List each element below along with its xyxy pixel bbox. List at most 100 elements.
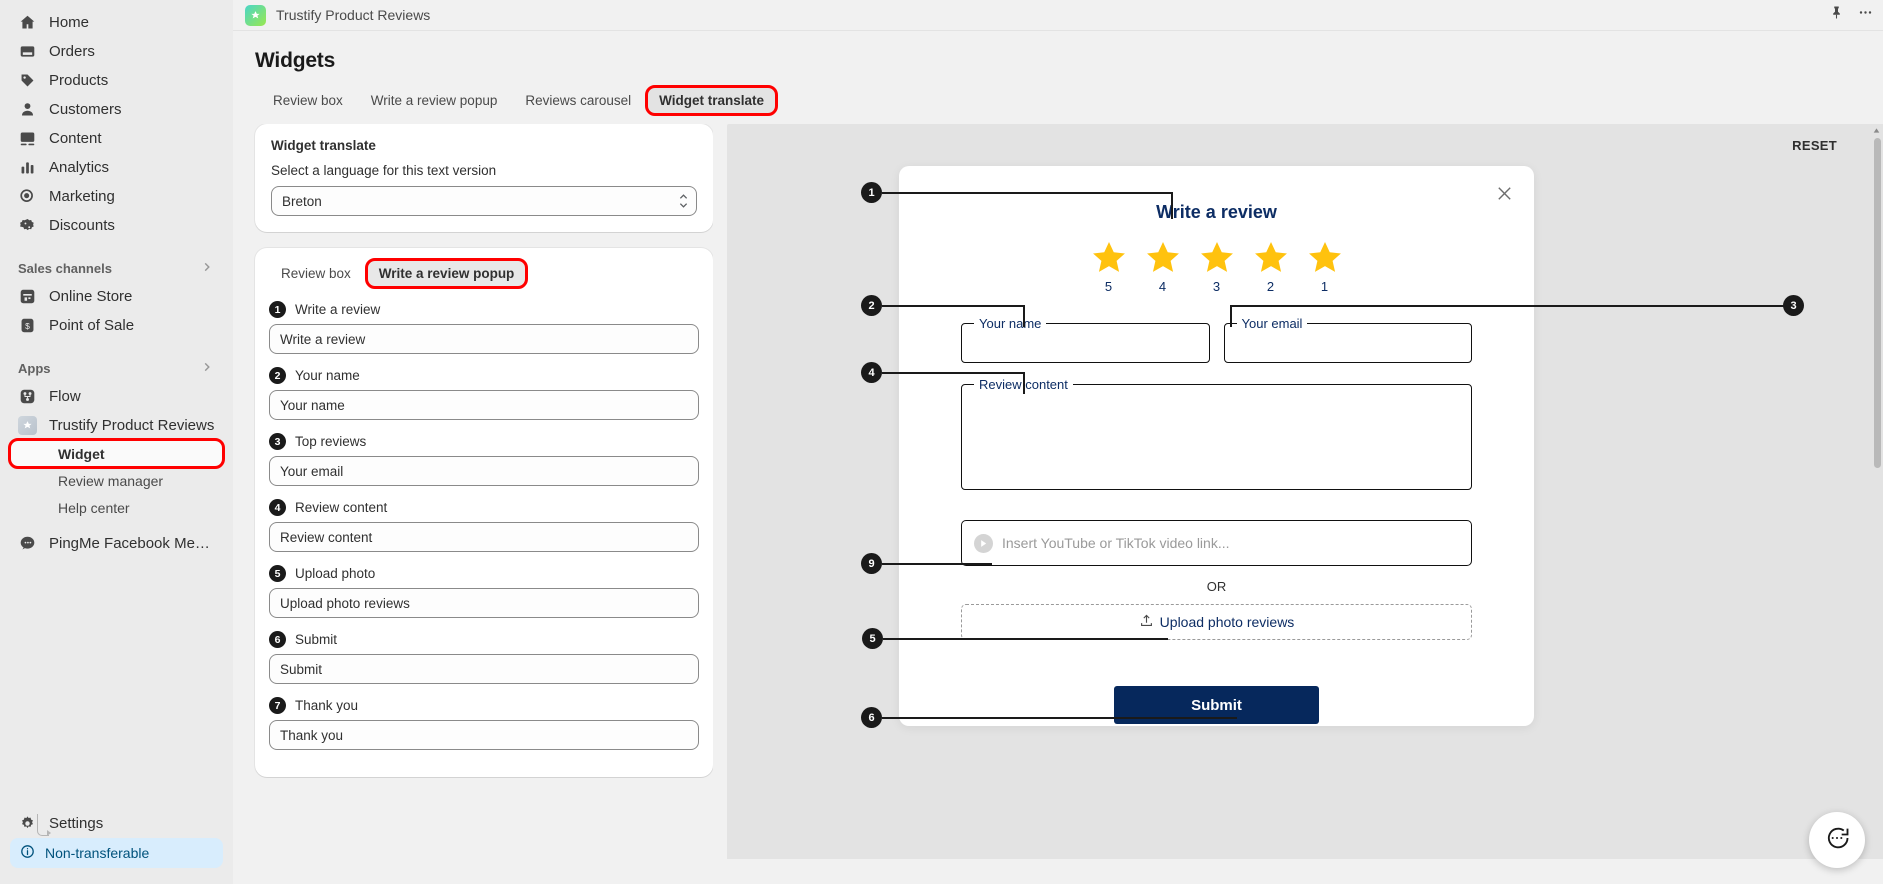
field-value: Write a review — [280, 331, 366, 347]
tab-label: Reviews carousel — [525, 93, 632, 108]
sidebar-item-products[interactable]: Products — [10, 66, 223, 95]
video-link-placeholder: Insert YouTube or TikTok video link... — [1002, 535, 1230, 551]
star-icon — [1146, 242, 1179, 272]
sidebar-item-trustify-product-reviews[interactable]: Trustify Product Reviews — [10, 411, 223, 440]
orders-icon — [18, 42, 37, 61]
sidebar-apps: Flow Trustify Product Reviews Widget Rev… — [8, 382, 225, 836]
star-icon — [1092, 242, 1125, 272]
page-body: Widgets Review box Write a review popup … — [233, 31, 1883, 884]
sidebar-item-help-center[interactable]: Help center — [10, 494, 223, 521]
widget-tabs: Review box Write a review popup Reviews … — [233, 73, 1883, 116]
field-input-thank-you[interactable]: Thank you — [269, 720, 699, 750]
sidebar-item-flow[interactable]: Flow — [10, 382, 223, 411]
rating-stars: 5 4 3 2 1 — [899, 239, 1534, 294]
pin-icon[interactable] — [1829, 5, 1844, 25]
preview-name-legend: Your name — [979, 316, 1042, 331]
sidebar-item-widget[interactable]: Widget — [8, 438, 225, 469]
callout-4: 4 — [861, 362, 882, 383]
sidebar-item-review-manager[interactable]: Review manager — [10, 467, 223, 494]
sidebar-item-label: Products — [49, 72, 109, 89]
field-label: Top reviews — [295, 434, 367, 449]
field-group: 3 Top reviews Your email — [269, 433, 699, 486]
sidebar-item-label: Customers — [49, 101, 122, 118]
sidebar-subitem-label: Review manager — [58, 472, 164, 489]
sidebar-section-sales-channels[interactable]: Sales channels — [10, 254, 223, 282]
callout-line-2 — [882, 305, 1024, 307]
sidebar-item-label: Settings — [49, 815, 104, 832]
sidebar-primary-nav: Home Orders Products Customers Content A… — [10, 8, 223, 240]
svg-text:$: $ — [25, 321, 30, 331]
subtab-write-a-review-popup[interactable]: Write a review popup — [364, 258, 529, 289]
tab-label: Review box — [273, 93, 343, 108]
field-label: Review content — [295, 500, 388, 515]
sidebar-item-home[interactable]: Home — [10, 8, 223, 37]
star-3[interactable]: 3 — [1198, 239, 1236, 294]
field-input-upload-photo[interactable]: Upload photo reviews — [269, 588, 699, 618]
app-root: Home Orders Products Customers Content A… — [0, 0, 1883, 884]
tab-label: Widget translate — [659, 93, 765, 108]
close-icon[interactable] — [1495, 184, 1514, 208]
preview-content-field[interactable]: Review content — [961, 377, 1472, 490]
banner-label: Non-transferable — [45, 845, 150, 861]
callout-line-3b — [1230, 305, 1232, 327]
field-input-review-content[interactable]: Review content — [269, 522, 699, 552]
subtab-review-box[interactable]: Review box — [269, 260, 363, 287]
reset-button[interactable]: RESET — [1792, 138, 1837, 153]
preview-name-field[interactable]: Your name — [961, 316, 1210, 363]
topbar-app[interactable]: Trustify Product Reviews — [245, 4, 430, 26]
sidebar-item-point-of-sale[interactable]: $ Point of Sale — [10, 311, 223, 340]
sidebar: Home Orders Products Customers Content A… — [0, 0, 233, 884]
upload-photo-dropzone[interactable]: Upload photo reviews — [961, 604, 1472, 640]
sidebar-item-marketing[interactable]: Marketing — [10, 182, 223, 211]
preview-scroll-thumb[interactable] — [1874, 138, 1881, 468]
preview-scrollbar[interactable] — [1873, 124, 1882, 859]
tab-reviews-carousel[interactable]: Reviews carousel — [513, 87, 643, 114]
field-group: 4 Review content Review content — [269, 499, 699, 552]
field-value: Review content — [280, 529, 373, 545]
sidebar-item-label: Online Store — [49, 288, 133, 305]
field-input-submit[interactable]: Submit — [269, 654, 699, 684]
star-4[interactable]: 4 — [1144, 239, 1182, 294]
subtab-label: Write a review popup — [378, 266, 515, 281]
sidebar-item-customers[interactable]: Customers — [10, 95, 223, 124]
star-2[interactable]: 2 — [1252, 239, 1290, 294]
star-5[interactable]: 5 — [1090, 239, 1128, 294]
field-number-badge: 1 — [269, 301, 286, 318]
callout-6: 6 — [861, 707, 882, 728]
field-input-write-a-review[interactable]: Write a review — [269, 324, 699, 354]
play-circle-icon — [974, 533, 993, 553]
star-icon — [1308, 242, 1341, 272]
sidebar-item-online-store[interactable]: Online Store — [10, 282, 223, 311]
star-1[interactable]: 1 — [1306, 239, 1344, 294]
scroll-up-arrow-icon[interactable] — [1873, 126, 1880, 136]
sidebar-subitem-label: Widget — [58, 445, 105, 462]
more-icon[interactable] — [1858, 5, 1873, 25]
sidebar-item-label: Marketing — [49, 188, 115, 205]
tab-write-a-review-popup[interactable]: Write a review popup — [359, 87, 510, 114]
sidebar-item-orders[interactable]: Orders — [10, 37, 223, 66]
field-head: 4 Review content — [269, 499, 699, 516]
sidebar-item-discounts[interactable]: Discounts — [10, 211, 223, 240]
field-group: 6 Submit Submit — [269, 631, 699, 684]
sidebar-section-apps[interactable]: Apps — [10, 354, 223, 382]
star-label: 4 — [1158, 279, 1167, 294]
tab-widget-translate[interactable]: Widget translate — [645, 85, 779, 116]
sidebar-item-content[interactable]: Content — [10, 124, 223, 153]
sidebar-item-pingme[interactable]: PingMe Facebook Messen... — [10, 529, 223, 558]
sidebar-item-analytics[interactable]: Analytics — [10, 153, 223, 182]
field-input-top-reviews[interactable]: Your email — [269, 456, 699, 486]
field-value: Submit — [280, 661, 323, 677]
flow-icon — [18, 387, 37, 406]
video-link-input[interactable]: Insert YouTube or TikTok video link... — [961, 520, 1472, 566]
field-input-your-name[interactable]: Your name — [269, 390, 699, 420]
sidebar-item-label: Content — [49, 130, 102, 147]
field-group: 1 Write a review Write a review — [269, 301, 699, 354]
non-transferable-banner[interactable]: Non-transferable — [10, 838, 223, 868]
sidebar-item-label: Trustify Product Reviews — [49, 417, 215, 434]
language-select[interactable]: Breton — [271, 186, 697, 216]
star-label: 2 — [1266, 279, 1275, 294]
tab-review-box[interactable]: Review box — [261, 87, 355, 114]
chat-launcher-button[interactable] — [1809, 812, 1865, 868]
preview-email-field[interactable]: Your email — [1223, 316, 1472, 363]
settings-column: Widget translate Select a language for t… — [233, 124, 713, 859]
